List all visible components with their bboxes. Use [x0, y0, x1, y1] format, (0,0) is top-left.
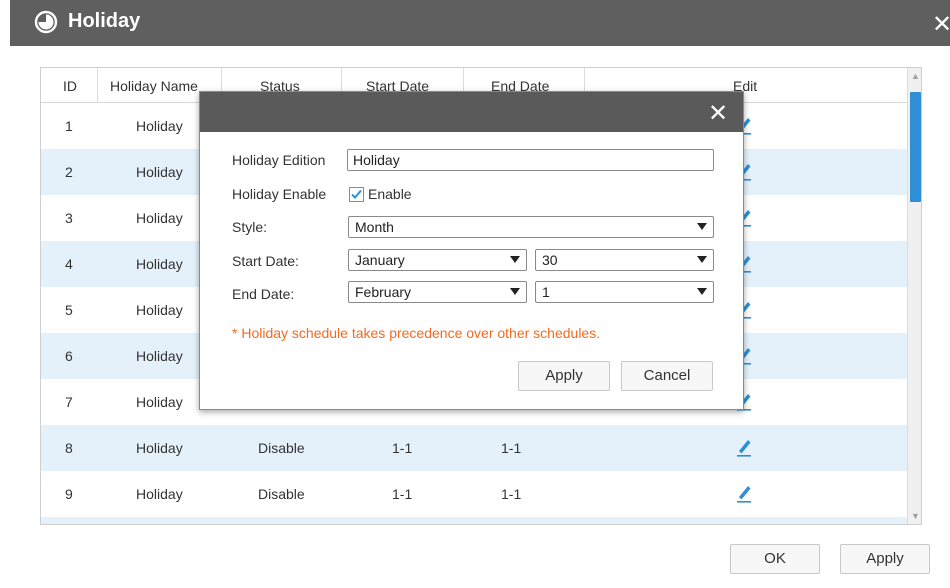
row-holiday-name: Holiday — [136, 348, 183, 364]
column-divider — [97, 68, 98, 103]
row-holiday-name: Holiday — [136, 118, 183, 134]
end-month-value: February — [355, 284, 412, 300]
holiday-enable-label: Holiday Enable — [232, 186, 327, 202]
row-end-date: 1-1 — [501, 486, 522, 502]
row-id: 9 — [65, 486, 73, 502]
start-day-value: 30 — [542, 252, 558, 268]
table-row[interactable] — [41, 517, 907, 524]
holiday-edition-input[interactable] — [347, 149, 714, 171]
row-id: 6 — [65, 348, 73, 364]
row-id: 5 — [65, 302, 73, 318]
column-header-id: ID — [63, 78, 77, 94]
dialog-cancel-button[interactable]: Cancel — [621, 361, 713, 391]
table-scrollbar[interactable]: ▲ ▼ — [907, 68, 921, 524]
row-id: 8 — [65, 440, 73, 456]
holiday-edition-label: Holiday Edition — [232, 152, 326, 168]
scroll-down-arrow-icon[interactable]: ▼ — [908, 508, 921, 524]
row-id: 4 — [65, 256, 73, 272]
window-close-icon[interactable]: ✕ — [932, 10, 950, 39]
end-day-value: 1 — [542, 284, 550, 300]
enable-label: Enable — [368, 186, 412, 202]
dropdown-arrow-icon — [510, 256, 520, 263]
dropdown-arrow-icon — [697, 223, 707, 230]
dialog-apply-button[interactable]: Apply — [518, 361, 610, 391]
row-id: 1 — [65, 118, 73, 134]
scroll-up-arrow-icon[interactable]: ▲ — [908, 68, 921, 84]
row-holiday-name: Holiday — [136, 394, 183, 410]
holiday-edit-dialog: ✕ Holiday Edition Holiday Enable Enable … — [199, 91, 744, 410]
table-row[interactable]: 9 Holiday Disable 1-1 1-1 — [41, 471, 907, 517]
row-holiday-name: Holiday — [136, 164, 183, 180]
row-holiday-name: Holiday — [136, 440, 183, 456]
window-titlebar: Holiday ✕ — [10, 0, 950, 46]
dropdown-arrow-icon — [697, 288, 707, 295]
row-id: 2 — [65, 164, 73, 180]
ok-button[interactable]: OK — [730, 544, 820, 574]
start-month-value: January — [355, 252, 405, 268]
clock-icon — [34, 10, 58, 34]
row-holiday-name: Holiday — [136, 256, 183, 272]
start-day-select[interactable]: 30 — [535, 249, 714, 271]
dropdown-arrow-icon — [510, 288, 520, 295]
table-row[interactable]: 8 Holiday Disable 1-1 1-1 — [41, 425, 907, 471]
column-header-holiday-name: Holiday Name — [110, 78, 198, 94]
window-title: Holiday — [68, 10, 141, 32]
checkmark-icon — [351, 189, 362, 199]
row-id: 7 — [65, 394, 73, 410]
row-status: Disable — [258, 440, 305, 456]
end-date-label: End Date: — [232, 286, 295, 302]
scroll-thumb[interactable] — [910, 92, 921, 202]
start-month-select[interactable]: January — [348, 249, 527, 271]
dropdown-arrow-icon — [697, 256, 707, 263]
row-status: Disable — [258, 486, 305, 502]
row-id: 3 — [65, 210, 73, 226]
end-day-select[interactable]: 1 — [535, 281, 714, 303]
style-label: Style: — [232, 219, 268, 235]
precedence-note: * Holiday schedule takes precedence over… — [232, 325, 601, 341]
apply-button[interactable]: Apply — [840, 544, 930, 574]
style-select[interactable]: Month — [348, 216, 714, 238]
row-end-date: 1-1 — [501, 440, 522, 456]
dialog-header: ✕ — [200, 92, 743, 132]
pencil-icon[interactable] — [735, 483, 753, 503]
start-date-label: Start Date: — [232, 253, 299, 269]
row-holiday-name: Holiday — [136, 210, 183, 226]
style-value: Month — [355, 219, 394, 235]
row-holiday-name: Holiday — [136, 486, 183, 502]
pencil-icon[interactable] — [735, 437, 753, 457]
enable-checkbox[interactable] — [349, 187, 364, 202]
end-month-select[interactable]: February — [348, 281, 527, 303]
row-start-date: 1-1 — [392, 440, 413, 456]
row-holiday-name: Holiday — [136, 302, 183, 318]
dialog-close-icon[interactable]: ✕ — [708, 99, 728, 128]
row-start-date: 1-1 — [392, 486, 413, 502]
